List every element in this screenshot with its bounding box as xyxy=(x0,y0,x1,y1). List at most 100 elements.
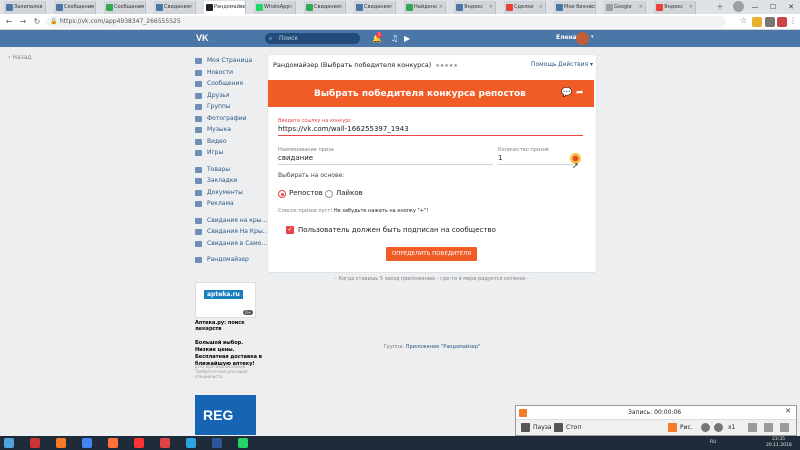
clock-time[interactable]: 23:35 xyxy=(772,437,785,442)
word-icon[interactable] xyxy=(212,438,222,448)
sidebar-item[interactable]: Свидания в Само... xyxy=(195,238,267,250)
radio-reposts[interactable] xyxy=(278,190,286,198)
browser-tab[interactable]: Яндекс × xyxy=(654,1,696,14)
tab-close-icon[interactable]: × xyxy=(689,1,693,14)
maximize-icon[interactable]: ☐ xyxy=(764,0,782,14)
share-icon[interactable]: ➦ xyxy=(576,88,584,98)
prize-count-input[interactable]: 1 xyxy=(498,154,573,165)
prize-name-input[interactable]: свидание xyxy=(278,154,493,165)
sidebar-item[interactable]: Реклама xyxy=(195,198,267,210)
browser-tab[interactable]: Рандомайзер × xyxy=(204,1,246,14)
taskbar-app-icon[interactable] xyxy=(30,438,40,448)
browser-tab[interactable]: WhatsApp × xyxy=(254,1,296,14)
sidebar-item[interactable]: Закладки xyxy=(195,175,267,187)
tab-close-icon[interactable]: × xyxy=(239,1,243,14)
user-name[interactable]: Елена xyxy=(556,34,577,41)
tab-close-icon[interactable]: × xyxy=(139,1,143,14)
sidebar-item[interactable]: Игры xyxy=(195,147,267,159)
browser-tab[interactable]: Свидания × xyxy=(304,1,346,14)
tab-close-icon[interactable]: × xyxy=(439,1,443,14)
minimize-icon[interactable]: — xyxy=(746,0,764,14)
taskbar-app-icon[interactable] xyxy=(160,438,170,448)
music-icon[interactable]: ♫ xyxy=(391,33,398,44)
sidebar-item[interactable]: Моя Страница xyxy=(195,55,267,67)
zoom-in-icon[interactable] xyxy=(701,423,710,432)
extension-icon[interactable] xyxy=(777,17,787,27)
new-tab-button[interactable]: + xyxy=(713,2,727,12)
pick-winner-button[interactable]: ОПРЕДЕЛИТЬ ПОБЕДИТЕЛЯ xyxy=(386,247,477,261)
sidebar-item[interactable]: Группы xyxy=(195,101,267,113)
sidebar-item[interactable]: Сообщения xyxy=(195,78,267,90)
clock-date[interactable]: 20.11.2018 xyxy=(766,443,792,448)
browser-tab[interactable]: Залипалка × xyxy=(4,1,46,14)
zoom-out-icon[interactable] xyxy=(714,423,723,432)
play-icon[interactable]: ▶ xyxy=(404,33,410,44)
windows-start-icon[interactable] xyxy=(4,438,14,448)
speaker-icon[interactable] xyxy=(780,423,789,432)
pause-icon[interactable] xyxy=(521,423,530,432)
browser-tab[interactable]: Яндекс × xyxy=(454,1,496,14)
stop-button[interactable]: Стоп xyxy=(566,424,581,431)
rating-stars[interactable]: ★★★★★ xyxy=(435,63,457,69)
reload-icon[interactable]: ↻ xyxy=(31,16,43,28)
draw-icon[interactable] xyxy=(668,423,677,432)
sidebar-item[interactable]: Документы xyxy=(195,187,267,199)
firefox-icon[interactable] xyxy=(108,438,118,448)
chevron-down-icon[interactable]: ▾ xyxy=(591,34,594,40)
tab-close-icon[interactable]: × xyxy=(489,1,493,14)
tab-close-icon[interactable]: × xyxy=(189,1,193,14)
draw-button[interactable]: Рис. xyxy=(680,424,693,431)
sidebar-item[interactable]: Музыка xyxy=(195,124,267,136)
back-link[interactable]: ‹ Назад xyxy=(8,54,32,61)
url-field[interactable]: 🔒 https://vk.com/app4938347_266555525 xyxy=(46,16,726,28)
ad-image-reg[interactable]: REG xyxy=(195,395,256,435)
sidebar-item[interactable]: Видео xyxy=(195,136,267,148)
pause-button[interactable]: Пауза xyxy=(533,424,552,431)
sidebar-item[interactable]: Свидания на кры... xyxy=(195,215,267,227)
bookmark-star-icon[interactable]: ☆ xyxy=(740,16,747,25)
speech-bubble-icon[interactable]: 💬 xyxy=(561,88,572,98)
sidebar-item[interactable]: Свидания На Кры... xyxy=(195,226,267,238)
browser-tab[interactable]: Сделки × xyxy=(504,1,546,14)
chrome-icon[interactable] xyxy=(82,438,92,448)
forward-arrow-icon[interactable]: → xyxy=(17,16,29,28)
sidebar-item[interactable]: Новости xyxy=(195,67,267,79)
tab-close-icon[interactable]: × xyxy=(589,1,593,14)
subscribe-checkbox[interactable]: ✓ xyxy=(286,226,294,234)
radio-likes[interactable] xyxy=(325,190,333,198)
tab-close-icon[interactable]: × xyxy=(389,1,393,14)
avatar[interactable] xyxy=(576,32,589,45)
tab-close-icon[interactable]: × xyxy=(639,1,643,14)
extension-icon[interactable] xyxy=(752,17,762,27)
help-link[interactable]: Помощь xyxy=(531,61,557,68)
close-icon[interactable]: ✕ xyxy=(782,407,794,418)
stop-icon[interactable] xyxy=(554,423,563,432)
sidebar-item[interactable]: Фотографии xyxy=(195,113,267,125)
actions-menu[interactable]: Действия ▾ xyxy=(558,61,593,68)
browser-tab[interactable]: Свидания × xyxy=(354,1,396,14)
vk-search-input[interactable]: ⌕ Поиск xyxy=(265,33,360,44)
browser-tab[interactable]: Google × xyxy=(604,1,646,14)
radio-likes-label[interactable]: Лайков xyxy=(336,189,363,197)
browser-tab[interactable]: Найдено × xyxy=(404,1,446,14)
sidebar-item[interactable]: Товары xyxy=(195,164,267,176)
browser-menu-icon[interactable]: ⋮ xyxy=(789,16,797,25)
browser-tab[interactable]: Сообщения × xyxy=(104,1,146,14)
ad-image[interactable]: apteka.ru 0+ xyxy=(195,282,256,318)
webcam-icon[interactable] xyxy=(748,423,757,432)
yandex-icon[interactable] xyxy=(134,438,144,448)
microphone-icon[interactable] xyxy=(764,423,773,432)
taskbar-app-icon[interactable] xyxy=(56,438,66,448)
sidebar-item[interactable]: Друзья xyxy=(195,90,267,102)
contest-url-input[interactable]: https://vk.com/wall-166255397_1943 xyxy=(278,125,583,136)
subscribe-label[interactable]: Пользователь должен быть подписан на соо… xyxy=(298,226,496,234)
close-window-icon[interactable]: ✕ xyxy=(782,0,800,14)
telegram-icon[interactable] xyxy=(186,438,196,448)
browser-tab[interactable]: Свидания × xyxy=(154,1,196,14)
tab-close-icon[interactable]: × xyxy=(89,1,93,14)
extension-icon[interactable] xyxy=(765,17,775,27)
radio-reposts-label[interactable]: Репостов xyxy=(289,189,323,197)
tab-close-icon[interactable]: × xyxy=(539,1,543,14)
tab-close-icon[interactable]: × xyxy=(289,1,293,14)
whatsapp-icon[interactable] xyxy=(238,438,248,448)
